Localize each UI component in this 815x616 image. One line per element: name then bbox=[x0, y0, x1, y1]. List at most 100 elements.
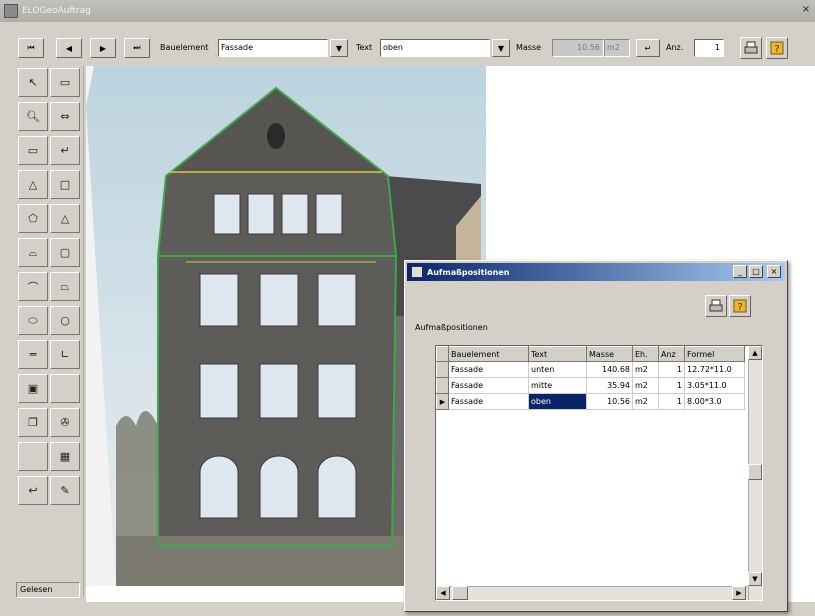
chevron-down-icon: ▼ bbox=[752, 575, 758, 583]
positions-grid[interactable]: Bauelement Text Masse Eh. Anz Formel Fas… bbox=[435, 345, 763, 601]
print-button[interactable] bbox=[740, 37, 762, 59]
cell-eh[interactable]: m2 bbox=[632, 377, 659, 394]
polygon-icon: ⬠ bbox=[28, 212, 38, 225]
cell-bauelement[interactable]: Fassade bbox=[448, 377, 529, 394]
column-header-masse[interactable]: Masse bbox=[586, 346, 633, 362]
scroll-up-button[interactable]: ▲ bbox=[748, 346, 762, 360]
next-record-button[interactable]: ▶ bbox=[90, 38, 116, 58]
dialog-title-bar[interactable]: Aufmaßpositionen bbox=[407, 263, 785, 281]
cell-text[interactable]: mitte bbox=[528, 377, 587, 394]
anz-field[interactable]: 1 bbox=[694, 39, 724, 57]
last-record-button[interactable]: ⏭ bbox=[124, 38, 150, 58]
cell-bauelement[interactable]: Fassade bbox=[448, 393, 529, 410]
app-icon bbox=[4, 4, 18, 18]
cell-eh[interactable]: m2 bbox=[632, 393, 659, 410]
scale-tool[interactable]: ⇔ bbox=[50, 102, 80, 131]
select-pointer-tool[interactable]: ↖ bbox=[18, 68, 48, 97]
group-label: Aufmaßpositionen bbox=[415, 323, 488, 332]
horizontal-scrollbar[interactable]: ◀ ▶ bbox=[436, 586, 748, 600]
segment-tool[interactable]: ⏢ bbox=[50, 272, 80, 301]
cell-text[interactable]: unten bbox=[528, 361, 587, 378]
cell-masse[interactable]: 10.56 bbox=[586, 393, 633, 410]
horizontal-scroll-thumb[interactable] bbox=[452, 586, 468, 600]
triangle-outline-tool[interactable]: △ bbox=[50, 204, 80, 233]
first-record-button[interactable]: ⏮ bbox=[18, 38, 44, 58]
dialog-title: Aufmaßpositionen bbox=[427, 267, 510, 277]
scroll-thumb[interactable] bbox=[748, 464, 762, 480]
return-icon: ↵ bbox=[60, 144, 70, 157]
cell-text-selected[interactable]: oben bbox=[528, 393, 587, 410]
cell-masse[interactable]: 35.94 bbox=[586, 377, 633, 394]
corner-tool[interactable]: ∟ bbox=[50, 340, 80, 369]
apply-masse-button[interactable]: ↵ bbox=[636, 39, 660, 57]
help-button[interactable]: ? bbox=[766, 37, 788, 59]
row-indicator[interactable] bbox=[436, 377, 449, 394]
column-header-eh[interactable]: Eh. bbox=[632, 346, 659, 362]
page-tool[interactable]: ❐ bbox=[18, 408, 48, 437]
pin-tool[interactable]: ✇ bbox=[50, 408, 80, 437]
chevron-down-icon: ▼ bbox=[497, 43, 505, 53]
bauelement-combo[interactable]: Fassade bbox=[218, 39, 328, 57]
square-tool[interactable]: □ bbox=[50, 170, 80, 199]
minimize-button[interactable]: _ bbox=[733, 265, 747, 278]
svg-text:?: ? bbox=[774, 44, 779, 55]
scroll-left-button[interactable]: ◀ bbox=[436, 586, 450, 600]
table-row[interactable]: Fassade mitte 35.94 m2 1 3.05*11.0 bbox=[436, 377, 745, 394]
dialog-app-icon bbox=[411, 266, 423, 278]
vertical-scrollbar[interactable]: ▲ ▼ bbox=[748, 346, 762, 600]
column-header-text[interactable]: Text bbox=[528, 346, 587, 362]
rounded-rect-tool[interactable]: ▢ bbox=[50, 238, 80, 267]
printer-icon bbox=[709, 299, 723, 312]
triangle-outline-icon: △ bbox=[60, 212, 70, 225]
grid-tool[interactable]: ▦ bbox=[50, 442, 80, 471]
maximize-button[interactable]: □ bbox=[749, 265, 763, 278]
polygon-tool[interactable]: ⬠ bbox=[18, 204, 48, 233]
triangle-tool[interactable]: △ bbox=[18, 170, 48, 199]
save-tool[interactable]: ▣ bbox=[18, 374, 48, 403]
cell-eh[interactable]: m2 bbox=[632, 361, 659, 378]
disabled-tool bbox=[50, 374, 80, 403]
cell-anz[interactable]: 1 bbox=[658, 377, 685, 394]
close-icon[interactable]: × bbox=[799, 3, 813, 17]
help-icon: ? bbox=[733, 299, 747, 313]
column-header-bauelement[interactable]: Bauelement bbox=[448, 346, 529, 362]
text-combo[interactable]: oben bbox=[380, 39, 490, 57]
dialog-print-button[interactable] bbox=[705, 295, 727, 317]
corner-icon: ∟ bbox=[60, 348, 70, 361]
circle-tool[interactable]: ○ bbox=[50, 306, 80, 335]
cell-formel[interactable]: 3.05*11.0 bbox=[684, 377, 745, 394]
rectangle-tool[interactable]: ▭ bbox=[18, 136, 48, 165]
dialog-help-button[interactable]: ? bbox=[729, 295, 751, 317]
aufmass-dialog: Aufmaßpositionen _ □ × ? Aufmaßpositione… bbox=[404, 260, 788, 612]
brush-tool[interactable]: ✎ bbox=[50, 476, 80, 505]
dialog-close-button[interactable]: × bbox=[767, 265, 781, 278]
row-indicator[interactable] bbox=[436, 361, 449, 378]
blank-icon: ▭ bbox=[59, 76, 71, 89]
line-tool[interactable]: ═ bbox=[18, 340, 48, 369]
arc-window-tool[interactable]: ⌓ bbox=[18, 238, 48, 267]
ellipse-tool[interactable]: ⬭ bbox=[18, 306, 48, 335]
status-field: Gelesen bbox=[16, 582, 80, 598]
cell-bauelement[interactable]: Fassade bbox=[448, 361, 529, 378]
confirm-tool[interactable]: ↵ bbox=[50, 136, 80, 165]
zoom-tool[interactable]: 🔍︎ bbox=[18, 102, 48, 131]
previous-record-button[interactable]: ◀ bbox=[56, 38, 82, 58]
arch-tool[interactable]: ⌒ bbox=[18, 272, 48, 301]
column-header-anz[interactable]: Anz bbox=[658, 346, 685, 362]
undo-tool[interactable]: ↩ bbox=[18, 476, 48, 505]
text-dropdown-button[interactable]: ▼ bbox=[492, 39, 510, 57]
bauelement-dropdown-button[interactable]: ▼ bbox=[330, 39, 348, 57]
current-row-indicator-icon[interactable]: ▶ bbox=[436, 393, 449, 410]
column-header-formel[interactable]: Formel bbox=[684, 346, 745, 362]
scroll-down-button[interactable]: ▼ bbox=[748, 572, 762, 586]
cell-formel[interactable]: 12.72*11.0 bbox=[684, 361, 745, 378]
pushpin-icon: ✇ bbox=[60, 416, 70, 429]
blank-tool[interactable]: ▭ bbox=[50, 68, 80, 97]
table-row[interactable]: Fassade unten 140.68 m2 1 12.72*11.0 bbox=[436, 361, 745, 378]
cell-masse[interactable]: 140.68 bbox=[586, 361, 633, 378]
cell-anz[interactable]: 1 bbox=[658, 361, 685, 378]
cell-anz[interactable]: 1 bbox=[658, 393, 685, 410]
cell-formel[interactable]: 8.00*3.0 bbox=[684, 393, 745, 410]
table-row-selected[interactable]: ▶ Fassade oben 10.56 m2 1 8.00*3.0 bbox=[436, 393, 745, 410]
scroll-right-button[interactable]: ▶ bbox=[732, 586, 746, 600]
